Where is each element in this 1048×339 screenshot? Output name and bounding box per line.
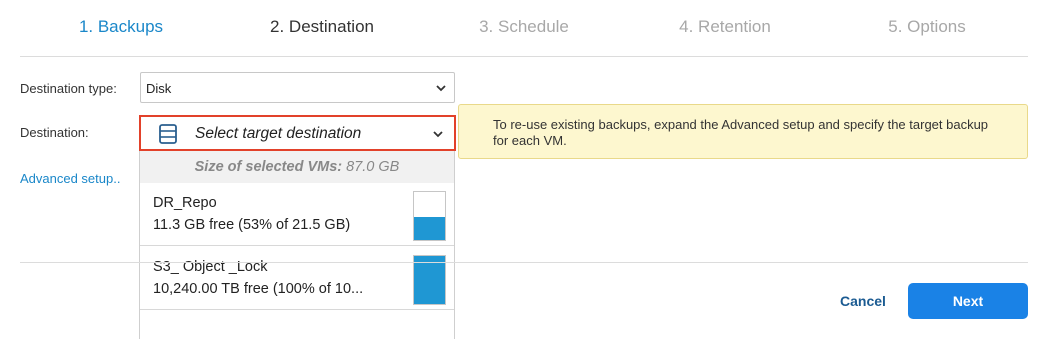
selected-vms-size: Size of selected VMs: 87.0 GB — [140, 151, 454, 183]
step-options[interactable]: 5. Options — [888, 17, 966, 37]
destination-label: Destination: — [20, 125, 89, 140]
chevron-down-icon — [436, 85, 446, 92]
next-button[interactable]: Next — [908, 283, 1028, 319]
wizard-steps: 1. Backups 2. Destination 3. Schedule 4.… — [0, 0, 1048, 56]
advanced-setup-link[interactable]: Advanced setup.. — [20, 171, 120, 186]
info-message: To re-use existing backups, expand the A… — [458, 104, 1028, 159]
repository-free-space: 11.3 GB free (53% of 21.5 GB) — [153, 217, 351, 233]
step-schedule[interactable]: 3. Schedule — [479, 17, 569, 37]
destination-type-label: Destination type: — [20, 81, 117, 96]
destination-select[interactable]: Select target destination — [139, 115, 456, 151]
database-icon — [159, 124, 177, 144]
size-prefix: Size of selected VMs: — [194, 159, 343, 175]
usage-gauge-fill — [414, 217, 445, 240]
chevron-down-icon — [433, 131, 443, 138]
step-backups[interactable]: 1. Backups — [79, 17, 163, 37]
destination-placeholder: Select target destination — [195, 125, 362, 142]
usage-gauge-fill — [414, 256, 445, 304]
destination-type-value: Disk — [146, 81, 172, 96]
repository-item-s3-object-lock[interactable]: S3_ Object _Lock 10,240.00 TB free (100%… — [140, 247, 454, 310]
repository-item-dr-repo[interactable]: DR_Repo 11.3 GB free (53% of 21.5 GB) — [140, 183, 454, 246]
destination-dropdown: Size of selected VMs: 87.0 GB DR_Repo 11… — [139, 151, 455, 339]
usage-gauge-icon — [413, 191, 446, 241]
size-value: 87.0 GB — [346, 159, 400, 175]
footer-divider — [20, 262, 1028, 263]
step-destination[interactable]: 2. Destination — [270, 17, 374, 37]
repository-name: DR_Repo — [153, 195, 217, 211]
destination-type-select[interactable]: Disk — [140, 72, 455, 103]
step-retention[interactable]: 4. Retention — [679, 17, 771, 37]
steps-divider — [20, 56, 1028, 57]
repository-free-space: 10,240.00 TB free (100% of 10... — [153, 281, 364, 297]
cancel-button[interactable]: Cancel — [830, 286, 896, 316]
